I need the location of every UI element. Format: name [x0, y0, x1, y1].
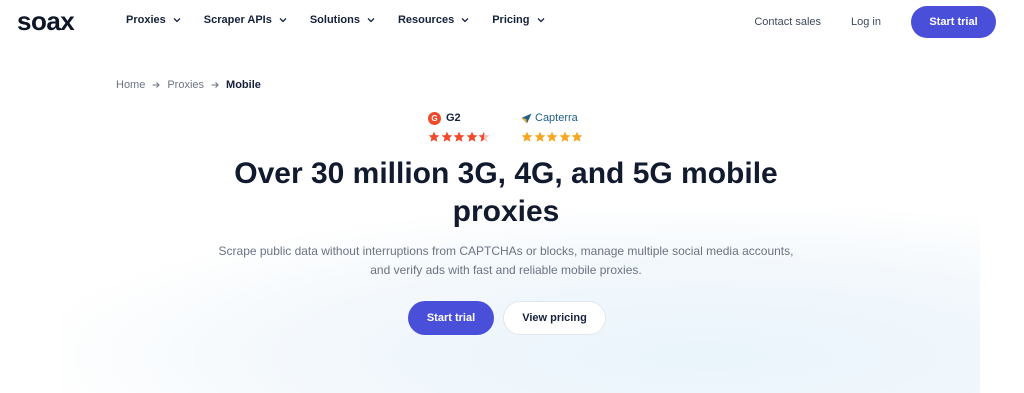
breadcrumb-mobile: Mobile	[226, 79, 261, 91]
top-navigation: soax Proxies Scraper APIs Solutions Reso…	[0, 0, 1024, 44]
main-nav: Proxies Scraper APIs Solutions Resources…	[126, 14, 568, 26]
g2-stars	[428, 131, 491, 143]
nav-item-solutions[interactable]: Solutions	[310, 14, 376, 26]
nav-item-label: Resources	[397, 14, 455, 26]
nav-item-resources[interactable]: Resources	[398, 14, 470, 26]
page-title-line-2: proxies	[452, 195, 560, 228]
view-pricing-button[interactable]: View pricing	[503, 301, 606, 335]
chevron-down-icon	[278, 15, 288, 25]
breadcrumb-proxies[interactable]: Proxies	[167, 79, 204, 91]
star-icon	[559, 131, 570, 142]
star-icon	[466, 131, 477, 142]
star-icon	[534, 131, 545, 142]
star-icon	[521, 131, 533, 142]
star-icon	[571, 131, 583, 142]
capterra-rating[interactable]: Capterra	[521, 111, 584, 143]
g2-rating[interactable]: G G2	[428, 111, 491, 143]
g2-brand: G G2	[428, 111, 491, 125]
soax-logo[interactable]: soax	[17, 6, 75, 37]
star-icon	[546, 131, 558, 142]
star-icon	[428, 131, 440, 142]
star-half-icon	[478, 131, 490, 142]
login-link[interactable]: Log in	[851, 16, 881, 28]
hero-start-trial-button[interactable]: Start trial	[408, 301, 494, 335]
star-icon	[453, 131, 465, 142]
nav-item-pricing[interactable]: Pricing	[492, 14, 545, 26]
chevron-down-icon	[460, 15, 470, 25]
header-actions: Contact sales Log in Start trial	[754, 6, 996, 38]
capterra-brand: Capterra	[521, 111, 584, 125]
chevron-down-icon	[366, 15, 376, 25]
contact-sales-link[interactable]: Contact sales	[754, 16, 821, 28]
hero-cta-group: Start trial View pricing	[408, 301, 606, 335]
arrow-right-icon	[151, 80, 161, 90]
capterra-stars	[521, 131, 584, 143]
nav-item-label: Proxies	[126, 14, 166, 26]
hero-subtitle: Scrape public data without interruptions…	[0, 242, 1012, 280]
nav-item-label: Pricing	[492, 14, 530, 26]
capterra-name: Capterra	[535, 112, 578, 124]
header-start-trial-button[interactable]: Start trial	[911, 6, 996, 38]
breadcrumb-home[interactable]: Home	[116, 79, 145, 91]
page-title-line-1: Over 30 million 3G, 4G, and 5G mobile	[234, 157, 778, 190]
nav-item-proxies[interactable]: Proxies	[126, 14, 182, 26]
hero-subtitle-line-1: Scrape public data without interruptions…	[218, 244, 794, 258]
breadcrumb: Home Proxies Mobile	[116, 79, 261, 91]
capterra-arrow-icon	[521, 112, 532, 124]
page-title: Over 30 million 3G, 4G, and 5G mobile pr…	[0, 155, 1012, 231]
chevron-down-icon	[536, 15, 546, 25]
nav-item-label: Scraper APIs	[203, 14, 272, 26]
nav-item-scraper-apis[interactable]: Scraper APIs	[204, 14, 288, 26]
nav-item-label: Solutions	[309, 14, 360, 26]
arrow-right-icon	[210, 80, 220, 90]
g2-name: G2	[446, 112, 461, 124]
g2-logo-icon: G	[428, 111, 441, 125]
hero-subtitle-line-2: and verify ads with fast and reliable mo…	[370, 263, 642, 277]
star-icon	[441, 131, 452, 142]
chevron-down-icon	[172, 15, 182, 25]
